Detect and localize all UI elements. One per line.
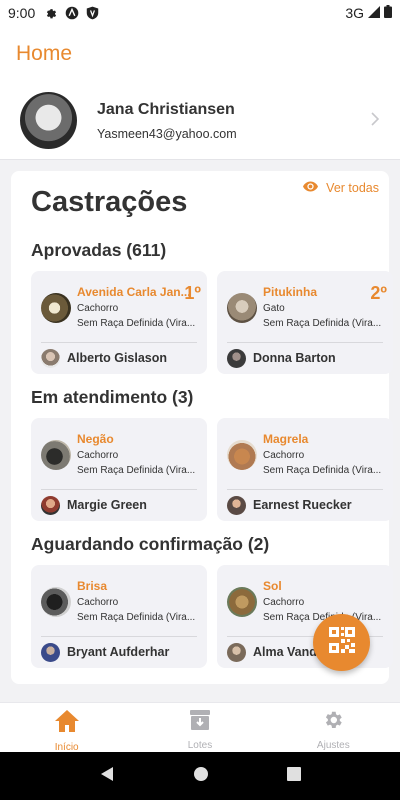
nav-lotes[interactable]: Lotes: [133, 703, 266, 752]
pet-breed: Sem Raça Definida (Vira...: [77, 318, 196, 329]
pet-card[interactable]: Magrela Cachorro Sem Raça Definida (Vira…: [217, 418, 393, 521]
owner-avatar: [41, 642, 60, 662]
app-header: Home: [0, 26, 400, 82]
group-em-atendimento: Em atendimento (3) Negão Cachorro Sem Ra…: [21, 382, 393, 521]
network-label: 3G: [345, 5, 364, 21]
pet-breed: Sem Raça Definida (Vira...: [263, 465, 382, 476]
pet-species: Cachorro: [263, 597, 305, 608]
group-title: Em atendimento (3): [31, 387, 194, 407]
pet-card[interactable]: Brisa Cachorro Sem Raça Definida (Vira..…: [31, 565, 207, 668]
nav-inicio[interactable]: Início: [0, 703, 133, 753]
back-icon[interactable]: [99, 766, 115, 787]
signal-icon: [368, 5, 380, 21]
pet-photo: [41, 440, 71, 470]
pet-photo: [41, 293, 71, 323]
group-title: Aprovadas (611): [31, 240, 167, 260]
owner-avatar: [227, 348, 246, 368]
status-time: 9:00: [8, 5, 36, 21]
system-nav-bar: [0, 752, 400, 800]
rank-badge: 1º: [184, 283, 201, 303]
home-icon: [54, 709, 80, 738]
status-bar: 9:00 3G: [0, 0, 400, 26]
shield-icon: [86, 6, 99, 20]
owner-avatar: [227, 495, 246, 515]
pet-name: Brisa: [77, 579, 108, 593]
bottom-nav: Início Lotes Ajustes: [0, 702, 400, 753]
owner-name: Bryant Aufderhar: [67, 645, 170, 659]
rank-badge: 2º: [370, 283, 387, 303]
pet-photo: [227, 440, 257, 470]
pet-name: Sol: [263, 579, 282, 593]
owner-avatar: [227, 642, 246, 662]
owner-name: Donna Barton: [253, 351, 336, 365]
profile-row[interactable]: Jana Christiansen Yasmeen43@yahoo.com: [0, 82, 400, 160]
pet-species: Gato: [263, 303, 285, 314]
pet-breed: Sem Raça Definida (Vira...: [77, 465, 196, 476]
page-title: Home: [16, 42, 73, 65]
pet-name: Negão: [77, 432, 114, 446]
settings-gear-icon: [45, 7, 58, 20]
chevron-right-icon: [370, 110, 380, 131]
owner-avatar: [41, 348, 60, 368]
recents-icon[interactable]: [287, 766, 301, 786]
pet-breed: Sem Raça Definida (Vira...: [77, 612, 196, 623]
nav-label: Lotes: [187, 740, 213, 751]
group-title: Aguardando confirmação (2): [31, 534, 270, 554]
nav-label: Ajustes: [316, 740, 350, 751]
section-title: Castrações: [31, 186, 188, 218]
nav-ajustes[interactable]: Ajustes: [267, 703, 400, 752]
see-all-label: Ver todas: [326, 181, 379, 195]
pet-species: Cachorro: [77, 450, 119, 461]
pet-photo: [227, 293, 257, 323]
archive-icon: [189, 709, 211, 736]
gear-icon: [322, 709, 344, 736]
see-all-link[interactable]: Ver todas: [303, 181, 379, 195]
pet-species: Cachorro: [263, 450, 305, 461]
pet-species: Cachorro: [77, 303, 119, 314]
pet-name: Avenida Carla Jan...: [77, 285, 191, 299]
castracoes-card: Castrações Ver todas Aprovadas (611) Ave…: [11, 171, 393, 684]
group-aprovadas: Aprovadas (611) Avenida Carla Jan... Cac…: [21, 235, 393, 374]
profile-name: Jana Christiansen: [97, 100, 235, 118]
qr-code-icon: [328, 627, 355, 658]
qr-scan-button[interactable]: [313, 614, 370, 671]
pet-card[interactable]: Negão Cachorro Sem Raça Definida (Vira..…: [31, 418, 207, 521]
pet-card[interactable]: Pitukinha Gato Sem Raça Definida (Vira..…: [217, 271, 393, 374]
owner-name: Margie Green: [67, 498, 147, 512]
pet-name: Pitukinha: [263, 285, 318, 299]
owner-name: Alberto Gislason: [67, 351, 168, 365]
home-circle-icon[interactable]: [193, 766, 209, 787]
owner-avatar: [41, 495, 60, 515]
app-a-icon: [65, 6, 79, 20]
pet-card[interactable]: Avenida Carla Jan... Cachorro Sem Raça D…: [31, 271, 207, 374]
avatar: [20, 92, 77, 149]
pet-photo: [41, 587, 71, 617]
pet-species: Cachorro: [77, 597, 119, 608]
owner-name: Earnest Ruecker: [253, 498, 352, 512]
pet-name: Magrela: [263, 432, 309, 446]
battery-icon: [384, 5, 392, 21]
pet-photo: [227, 587, 257, 617]
profile-email: Yasmeen43@yahoo.com: [97, 126, 237, 141]
eye-icon: [303, 181, 319, 195]
pet-breed: Sem Raça Definida (Vira...: [263, 318, 382, 329]
